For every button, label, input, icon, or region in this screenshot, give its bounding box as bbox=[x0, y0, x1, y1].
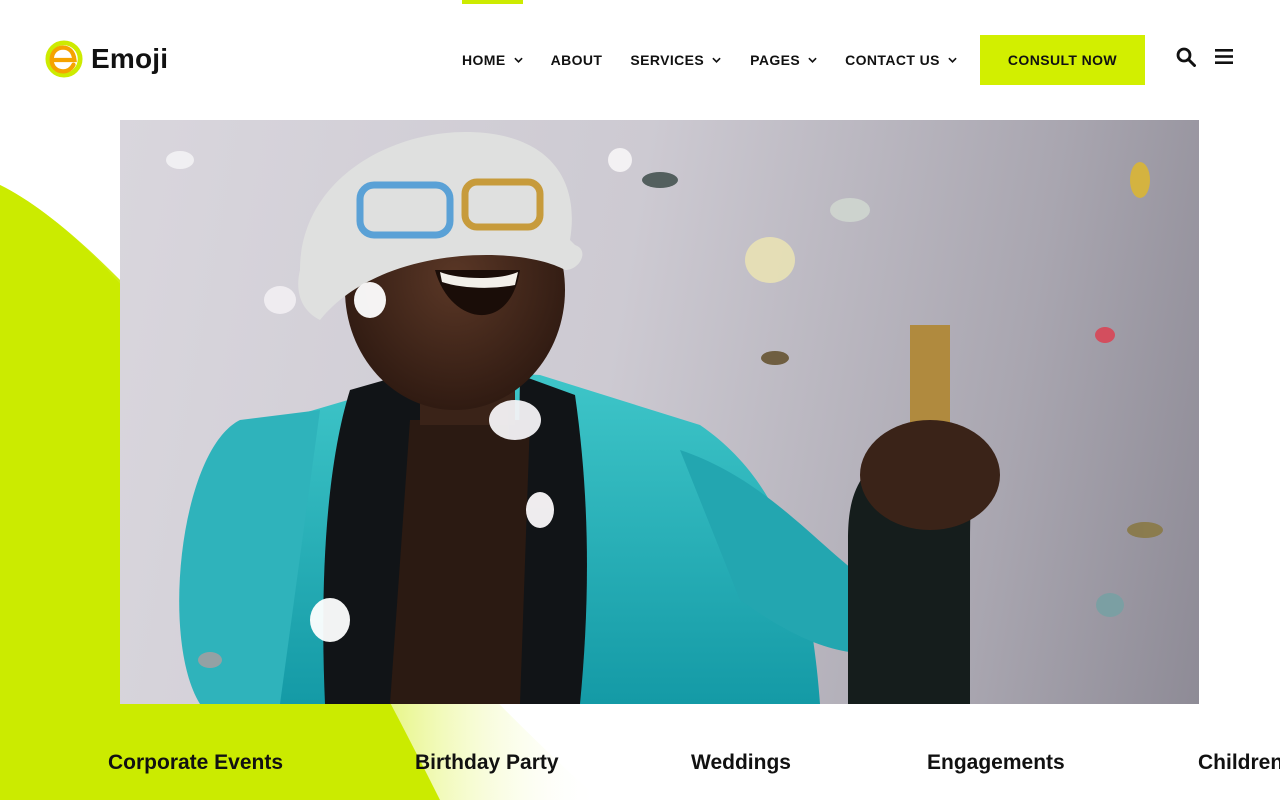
category-corporate-events[interactable]: Corporate Events bbox=[108, 751, 283, 775]
chevron-down-icon bbox=[513, 57, 523, 63]
category-children[interactable]: Children bbox=[1198, 751, 1280, 775]
nav-item-services[interactable]: SERVICES bbox=[630, 52, 721, 68]
nav-item-about[interactable]: ABOUT bbox=[551, 52, 603, 68]
nav-item-label: ABOUT bbox=[550, 52, 603, 68]
nav-item-pages[interactable]: PAGES bbox=[750, 52, 817, 68]
brand-name: Emoji bbox=[91, 43, 169, 74]
nav-item-label: PAGES bbox=[750, 52, 801, 68]
hamburger-menu-icon[interactable] bbox=[1215, 48, 1233, 65]
category-engagements[interactable]: Engagements bbox=[927, 751, 1065, 775]
main-nav: HOME ABOUT SERVICES PAGES CONTACT US bbox=[462, 50, 957, 70]
nav-item-contact-us[interactable]: CONTACT US bbox=[845, 52, 957, 68]
category-weddings[interactable]: Weddings bbox=[691, 751, 791, 775]
hero-party-image bbox=[120, 120, 1199, 704]
search-icon[interactable] bbox=[1176, 47, 1196, 67]
nav-item-label: CONTACT US bbox=[845, 52, 940, 68]
logo-icon bbox=[45, 40, 83, 78]
nav-item-label: HOME bbox=[462, 52, 506, 68]
category-strip: Corporate Events Birthday Party Weddings… bbox=[0, 751, 1280, 777]
nav-item-home[interactable]: HOME bbox=[462, 52, 523, 68]
hero-illustration bbox=[166, 131, 1163, 704]
consult-now-button[interactable]: CONSULT NOW bbox=[980, 35, 1145, 85]
brand-logo[interactable]: Emoji bbox=[45, 40, 168, 78]
nav-active-indicator bbox=[462, 0, 523, 4]
chevron-down-icon bbox=[712, 57, 721, 63]
nav-item-label: SERVICES bbox=[630, 52, 705, 68]
category-birthday-party[interactable]: Birthday Party bbox=[415, 751, 559, 775]
chevron-down-icon bbox=[948, 57, 957, 63]
chevron-down-icon bbox=[808, 57, 817, 63]
